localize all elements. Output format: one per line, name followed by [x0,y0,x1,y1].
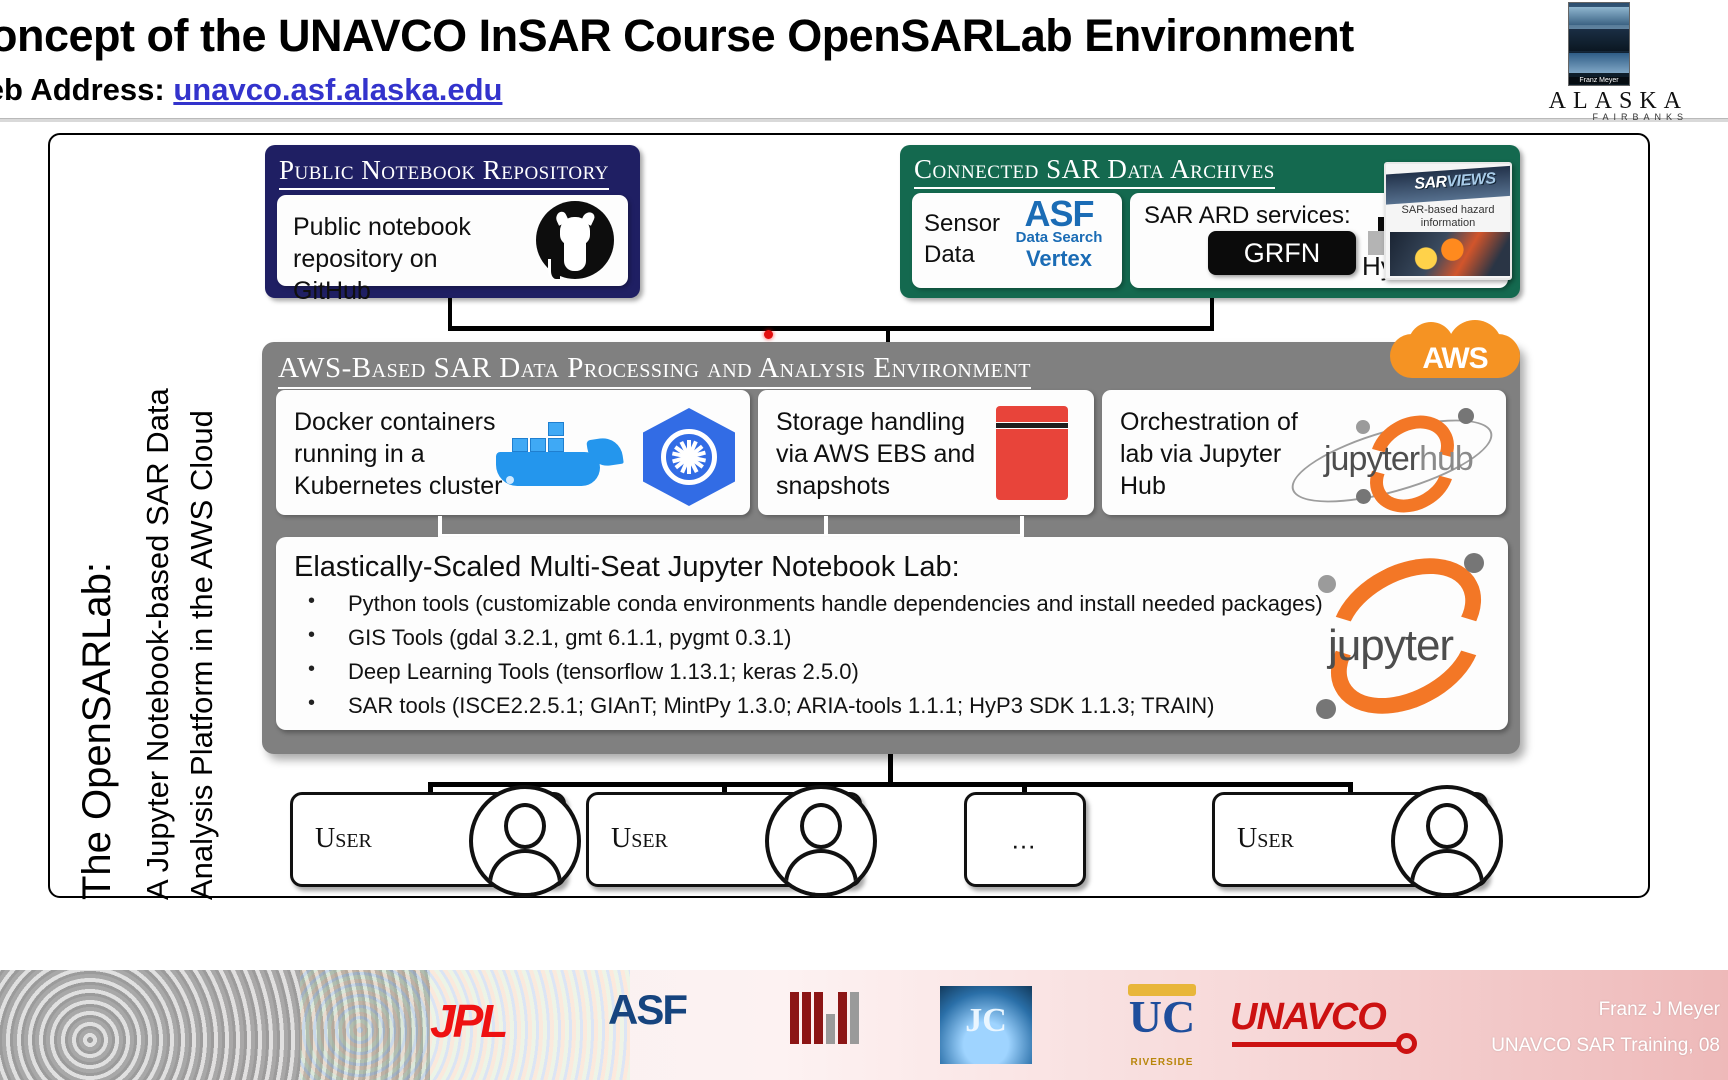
ucr-letters: UC [1128,991,1196,1042]
aws-cloud-icon: AWS [1390,320,1520,382]
page-title: Concept of the UNAVCO InSAR Course OpenS… [0,10,1354,61]
footer-credit-line2: UNAVCO SAR Training, 08 [1491,1035,1720,1057]
slide-root: Concept of the UNAVCO InSAR Course OpenS… [0,0,1728,1080]
jupyter-lab-card: Elastically-Scaled Multi-Seat Jupyter No… [276,533,1508,739]
github-icon [536,201,614,279]
asf-footer-text: ASF [608,986,688,1033]
user-box-2[interactable]: User [586,785,877,897]
aws-box-storage-text: Storage handling via AWS EBS and snapsho… [776,408,976,500]
list-item: Python tools (customizable conda environ… [296,591,1323,615]
ard-services-label: SAR ARD services: [1144,202,1351,229]
avatar [469,785,581,897]
uaf-wordmark: ALASKA [1548,88,1688,114]
list-item: Deep Learning Tools (tensorflow 1.13.1; … [296,659,1323,683]
aws-box-orchestration-text: Orchestration of lab via Jupyter Hub [1120,408,1298,500]
footer-credit-line1: Franz J Meyer [1598,999,1720,1020]
side-label-line1: A Jupyter Notebook-based SAR Data [140,388,175,900]
user-label: User [315,823,372,854]
public-repo-header: Public Notebook Repository [279,155,609,190]
user-box-3[interactable]: User [1212,785,1503,897]
aws-box-orchestration: Orchestration of lab via Jupyter Hub jup… [1102,390,1506,528]
unavco-logo-rule [1232,1042,1400,1047]
asf-vertex-text: Vertex [1025,245,1093,271]
user-box-1[interactable]: User [290,785,581,897]
ucr-logo: UC RIVERSIDE [1120,982,1204,1070]
asf-footer-logo: ASF [608,986,688,1033]
jpl-logo: JPL [430,995,508,1047]
jc-logo-text: JC [965,1002,1007,1039]
aws-environment-header: AWS-Based SAR Data Processing and Analys… [278,352,1032,389]
avatar [765,785,877,897]
jc-logo: JC [940,986,1032,1064]
footer-bar: JPL ASF JC UC RIVERSIDE UNAVCO Franz J M… [0,970,1728,1080]
sarviews-caption: SAR-based hazard information [1401,204,1495,229]
side-label-main: The OpenSARLab: [75,562,119,900]
photo-caption: Franz Meyer [1569,77,1629,84]
aws-box-storage-card: Storage handling via AWS EBS and snapsho… [758,390,1094,515]
connector-users-bar [428,782,1352,787]
asf-data-search-text: Data Search [1015,229,1103,247]
list-item: SAR tools (ISCE2.2.5.1; GIAnT; MintPy 1.… [296,693,1323,717]
public-notebook-repository-panel: Public Notebook Repository Public notebo… [265,145,640,305]
jupyterhub-wordmark: jupyterhub [1324,440,1474,478]
list-item: GIS Tools (gdal 3.2.1, gmt 6.1.1, pygmt … [296,625,1323,649]
user-box-ellipsis: … [964,792,1086,887]
jupyter-wordmark: jupyter [1328,621,1454,670]
user-label: User [1237,823,1294,854]
ellipsis-label: … [1010,824,1040,854]
unavco-logo-circle [1396,1033,1417,1054]
aws-box-orchestration-card: Orchestration of lab via Jupyter Hub jup… [1102,390,1506,528]
web-address-line: Web Address: unavco.asf.alaska.edu [0,72,502,108]
avatar [1391,785,1503,897]
mit-logo [790,992,862,1044]
aws-cloud-label: AWS [1422,342,1488,375]
ebs-storage-icon [996,406,1068,500]
user-label: User [611,823,668,854]
web-address-link[interactable]: unavco.asf.alaska.edu [173,72,502,107]
sensor-data-card: Sensor Data ASF Data Search Vertex [912,193,1122,288]
sensor-data-label: Sensor Data [924,210,1001,268]
side-label-line2: Analysis Platform in the AWS Cloud [184,410,219,900]
jupyter-logo: jupyter [1310,533,1502,739]
cursor-marker [764,330,773,339]
public-repo-card: Public notebook repository on GitHub [277,195,628,305]
docker-icon [492,412,624,498]
asf-logo-text: ASF [1024,193,1095,234]
side-labels: The OpenSARLab: A Jupyter Notebook-based… [75,250,265,900]
asf-vertex-logo: ASF Data Search Vertex [1004,193,1114,271]
uaf-photo: Franz Meyer [1568,2,1630,86]
kubernetes-icon [634,406,744,508]
grfn-button[interactable]: GRFN [1208,231,1356,275]
connector-archives-down [1210,298,1214,330]
jupyterhub-logo: jupyterhub [1282,400,1502,528]
aws-box-docker-text: Docker containers running in a Kubernete… [294,408,503,500]
unavco-logo: UNAVCO [1230,996,1387,1038]
connector-horizontal-top [448,326,1214,331]
jupyter-lab-bullets: Python tools (customizable conda environ… [296,591,1323,729]
aws-box-docker-card: Docker containers running in a Kubernete… [276,390,750,515]
web-address-label: Web Address: [0,72,165,107]
public-repo-text: Public notebook repository on GitHub [293,213,471,305]
footer-credit: Franz J Meyer UNAVCO SAR Training, 08 [1491,992,1720,1064]
ucr-riverside: RIVERSIDE [1130,1057,1194,1068]
aws-box-storage: Storage handling via AWS EBS and snapsho… [758,390,1094,515]
sarviews-thumbnail: SARVIEWS SAR-based hazard information [1384,162,1512,280]
jupyter-lab-title: Elastically-Scaled Multi-Seat Jupyter No… [294,551,960,583]
aws-box-docker: Docker containers running in a Kubernete… [276,390,750,515]
uaf-wordmark-sub: FAIRBANKS [1592,112,1688,122]
sarviews-word-b: VIEWS [1446,170,1497,191]
archives-header: Connected SAR Data Archives [914,154,1275,189]
sarviews-word-a: SAR [1413,173,1448,193]
sarviews-image [1390,232,1510,276]
header-divider [0,118,1728,122]
